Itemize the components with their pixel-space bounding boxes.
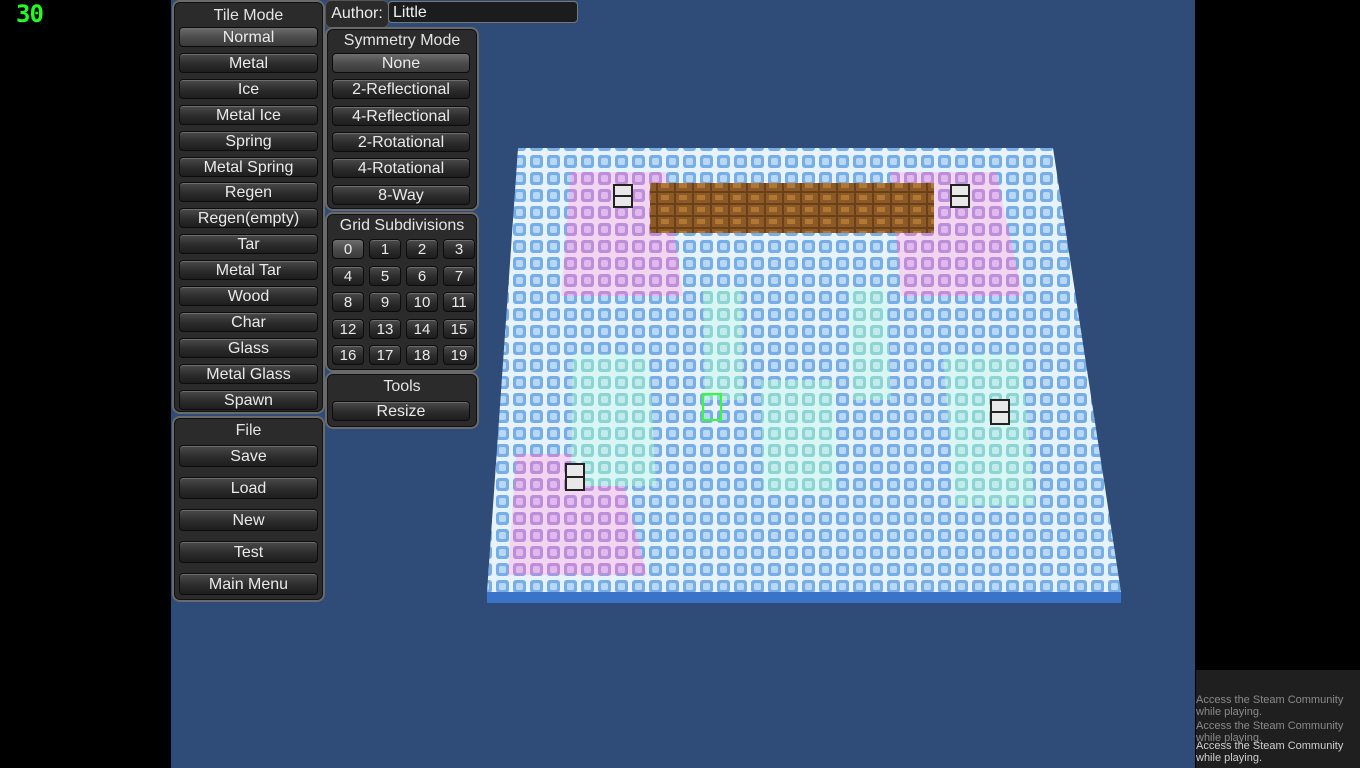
symmetry-4-rotational-button[interactable]: 4-Rotational	[332, 158, 470, 179]
grid-subdivision-5-button[interactable]: 5	[369, 265, 401, 286]
grid-subdivisions-title: Grid Subdivisions	[339, 217, 465, 234]
grid-subdivision-4-button[interactable]: 4	[332, 265, 364, 286]
grid-subdivision-2-button[interactable]: 2	[406, 239, 438, 259]
author-label: Author:	[325, 0, 389, 28]
grid-subdivision-17-button[interactable]: 17	[369, 345, 401, 365]
tools-panel: Tools Resize	[325, 372, 479, 429]
grid-subdivision-16-button[interactable]: 16	[332, 345, 364, 365]
grid-subdivision-10-button[interactable]: 10	[406, 292, 438, 312]
tile-mode-wood-button[interactable]: Wood	[179, 286, 318, 306]
tile-mode-metal-spring-button[interactable]: Metal Spring	[179, 156, 318, 177]
symmetry-4-reflectional-button[interactable]: 4-Reflectional	[332, 105, 470, 126]
cyan-block-center	[761, 380, 837, 492]
grid-subdivision-1-button[interactable]: 1	[369, 239, 401, 259]
tile-mode-char-button[interactable]: Char	[179, 311, 318, 332]
file-main-menu-button[interactable]: Main Menu	[179, 573, 318, 595]
grid-subdivisions-panel: Grid Subdivisions 0 1 2 3 4 5 6 7 8 9 10 11 12 13 14 15…	[325, 212, 479, 372]
grid-subdivision-9-button[interactable]: 9	[369, 292, 401, 312]
tile-mode-regen-button[interactable]: Regen	[179, 182, 318, 203]
symmetry-mode-panel: Symmetry Mode None 2-Reflectional 4-Reflec…	[325, 27, 479, 211]
symmetry-none-button[interactable]: None	[332, 53, 470, 73]
cyan-block-right	[943, 354, 1035, 506]
symmetry-2-reflectional-button[interactable]: 2-Reflectional	[332, 79, 470, 100]
grid-subdivision-3-button[interactable]: 3	[443, 239, 475, 259]
file-title: File	[235, 422, 262, 439]
symmetry-mode-title: Symmetry Mode	[343, 32, 461, 49]
tools-resize-button[interactable]: Resize	[332, 401, 470, 421]
wood-strip	[650, 183, 934, 233]
grid-subdivision-8-button[interactable]: 8	[332, 292, 364, 312]
author-input[interactable]: Little	[388, 1, 578, 23]
fps-counter: 30	[16, 0, 44, 28]
tile-mode-panel: Tile Mode Normal Metal Ice Metal Ice Spring M…	[172, 0, 325, 414]
board-edge	[487, 592, 1121, 603]
grid-subdivision-13-button[interactable]: 13	[369, 318, 401, 339]
cyan-pillar-1	[703, 288, 743, 400]
cyan-pillar-2	[848, 288, 891, 400]
tile-mode-metal-ice-button[interactable]: Metal Ice	[179, 104, 318, 125]
grid-subdivision-14-button[interactable]: 14	[406, 318, 438, 339]
tile-mode-metal-button[interactable]: Metal	[179, 52, 318, 73]
spawn-marker-4	[990, 399, 1010, 425]
tile-mode-normal-button[interactable]: Normal	[179, 27, 318, 47]
tile-mode-tar-button[interactable]: Tar	[179, 234, 318, 255]
tile-mode-spring-button[interactable]: Spring	[179, 130, 318, 151]
grid-subdivision-0-button[interactable]: 0	[332, 239, 364, 259]
tile-mode-metal-glass-button[interactable]: Metal Glass	[179, 363, 318, 384]
file-save-button[interactable]: Save	[179, 445, 318, 467]
spawn-marker-3	[565, 463, 585, 491]
file-panel: File Save Load New Test Main Menu	[172, 416, 325, 602]
spawn-marker-1	[613, 184, 633, 208]
grid-subdivision-7-button[interactable]: 7	[443, 265, 475, 286]
grid-subdivision-6-button[interactable]: 6	[406, 265, 438, 286]
file-load-button[interactable]: Load	[179, 477, 318, 499]
grid-subdivision-19-button[interactable]: 19	[443, 345, 475, 365]
steam-notification-area: Access the Steam Community while playing…	[1196, 670, 1360, 768]
tile-mode-title: Tile Mode	[213, 7, 284, 24]
symmetry-2-rotational-button[interactable]: 2-Rotational	[332, 131, 470, 152]
tile-mode-spawn-button[interactable]: Spawn	[179, 389, 318, 410]
file-new-button[interactable]: New	[179, 509, 318, 531]
steam-notification-3: Access the Steam Community while playing…	[1196, 740, 1344, 764]
tile-mode-regen-empty-button[interactable]: Regen(empty)	[179, 208, 318, 229]
spawn-marker-2	[950, 184, 970, 208]
tile-mode-glass-button[interactable]: Glass	[179, 337, 318, 358]
steam-notification-1: Access the Steam Community while playing…	[1196, 694, 1344, 718]
tools-title: Tools	[383, 378, 421, 395]
file-test-button[interactable]: Test	[179, 541, 318, 563]
grid-subdivision-11-button[interactable]: 11	[443, 292, 475, 312]
tile-mode-ice-button[interactable]: Ice	[179, 78, 318, 99]
grid-subdivision-18-button[interactable]: 18	[406, 345, 438, 365]
tile-mode-metal-tar-button[interactable]: Metal Tar	[179, 260, 318, 281]
grid-subdivision-12-button[interactable]: 12	[332, 318, 364, 339]
grid-subdivision-15-button[interactable]: 15	[443, 318, 475, 339]
symmetry-8-way-button[interactable]: 8-Way	[332, 184, 470, 205]
